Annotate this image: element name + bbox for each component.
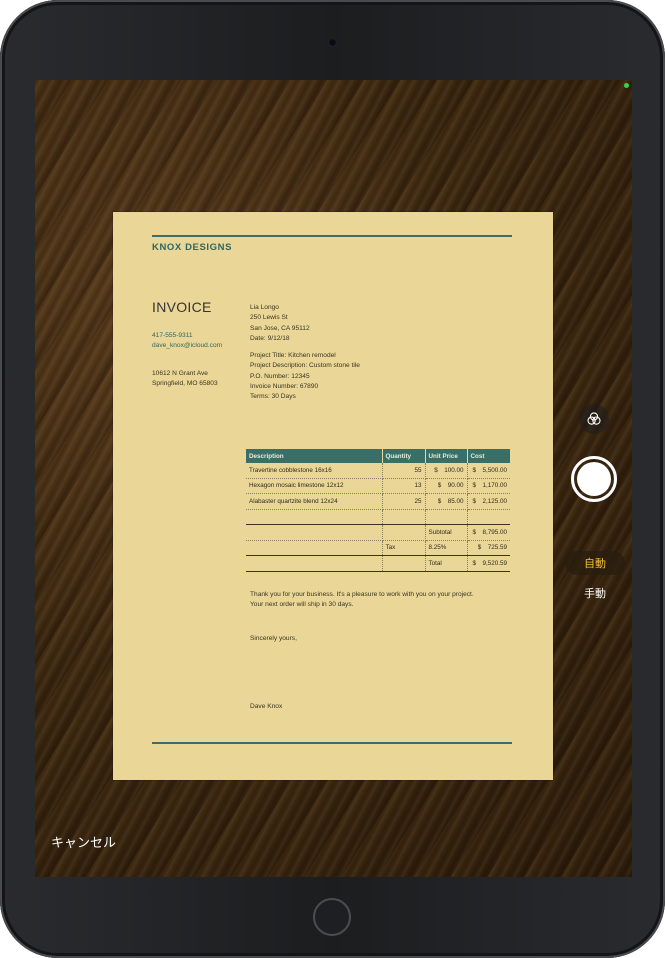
contact-info: 417-555-9311 dave_knox@icloud.com [152,331,222,352]
terms: Terms: 30 Days [250,393,296,401]
front-camera [328,38,337,47]
column-header-cost: Cost [467,449,510,463]
tax-row: Tax 8.25% $725.59 [246,540,510,556]
signer-name: Dave Knox [250,703,283,710]
line-items-table: Description Quantity Unit Price Cost Tra… [246,449,510,572]
document-scanner-screen: KNOX DESIGNS INVOICE 417-555-9311 dave_k… [35,80,632,877]
thank-you-line: Thank you for your business. It's a plea… [250,591,474,598]
currency-symbol: $ [472,497,476,505]
invoice-title: INVOICE [152,299,212,315]
column-header-quantity: Quantity [382,449,426,463]
item-cost: 5,500.00 [482,466,507,474]
subtotal-value: 8,795.00 [482,528,507,536]
tax-value: 725.59 [487,544,507,552]
currency-symbol: $ [434,466,438,474]
item-quantity: 55 [382,463,426,479]
item-unit-price: 90.00 [447,482,464,490]
email-address: dave_knox@icloud.com [152,342,223,350]
shutter-inner-circle [577,462,611,496]
project-info: Project Title: Kitchen remodel Project D… [250,351,360,402]
item-unit-price: 85.00 [447,497,464,505]
ipad-frame: KNOX DESIGNS INVOICE 417-555-9311 dave_k… [0,0,665,958]
home-button[interactable] [313,898,351,936]
project-title: Project Title: Kitchen remodel [250,352,336,359]
company-name: KNOX DESIGNS [152,242,233,253]
subtotal-label: Subtotal [425,524,468,541]
currency-symbol: $ [437,482,442,490]
phone-number: 417-555-9311 [152,332,193,339]
shutter-button[interactable] [571,456,617,502]
currency-symbol: $ [472,559,476,567]
mode-manual-button[interactable]: 手動 [565,585,625,601]
item-unit-price: 100.00 [444,466,464,474]
top-rule [152,235,512,237]
client-name: Lia Longo [250,304,279,311]
item-quantity: 13 [382,478,426,494]
currency-symbol: $ [477,544,482,552]
total-label: Total [425,555,468,572]
currency-symbol: $ [472,466,476,474]
bottom-rule [152,742,512,744]
total-value: 9,520.59 [482,559,507,567]
filters-icon [587,412,601,425]
table-header-row: Description Quantity Unit Price Cost [246,449,510,463]
tax-rate: 8.25% [425,540,468,556]
table-row: Hexagon mosaic limestone 12x12 13 $90.00… [246,478,510,494]
po-number: P.O. Number: 12345 [250,372,310,380]
client-info: Lia Longo 250 Lewis St San Jose, CA 9511… [250,303,310,344]
table-row: Travertine cobblestone 16x16 55 $100.00 … [246,463,510,479]
invoice-date: Date: 9/12/18 [250,334,290,342]
column-header-description: Description [246,449,383,463]
address-line: Springfield, MO 65803 [152,380,218,388]
thank-you-note: Thank you for your business. It's a plea… [250,590,474,611]
subtotal-row: Subtotal $8,795.00 [246,524,510,541]
mode-auto-button[interactable]: 自動 [565,551,625,575]
sender-address: 10612 N Grant Ave Springfield, MO 65803 [152,369,218,390]
item-description: Travertine cobblestone 16x16 [246,463,383,479]
table-row-empty [246,509,510,525]
item-description: Hexagon mosaic limestone 12x12 [246,478,383,494]
cancel-button[interactable]: キャンセル [51,832,116,851]
item-description: Alabaster quartzite blend 12x24 [246,493,383,510]
column-header-unit-price: Unit Price [425,449,468,463]
currency-symbol: $ [472,528,476,536]
currency-symbol: $ [437,497,442,505]
address-line: 10612 N Grant Ave [152,370,208,377]
currency-symbol: $ [472,482,476,490]
item-cost: 1,170.00 [482,482,507,490]
scanned-invoice-document: KNOX DESIGNS INVOICE 417-555-9311 dave_k… [113,212,553,780]
filters-button[interactable] [579,404,609,434]
item-quantity: 25 [382,493,426,510]
tax-label: Tax [382,540,426,556]
item-cost: 2,125.00 [482,497,507,505]
client-street: 250 Lewis St [250,314,288,322]
project-description: Project Description: Custom stone tile [250,362,360,370]
client-city: San Jose, CA 95112 [250,324,310,332]
thank-you-line: Your next order will ship in 30 days. [250,601,354,609]
closing: Sincerely yours, [250,635,297,642]
invoice-number: Invoice Number: 67890 [250,382,319,390]
total-row: Total $9,520.59 [246,555,510,572]
camera-in-use-indicator [624,83,629,88]
table-row: Alabaster quartzite blend 12x24 25 $85.0… [246,493,510,510]
